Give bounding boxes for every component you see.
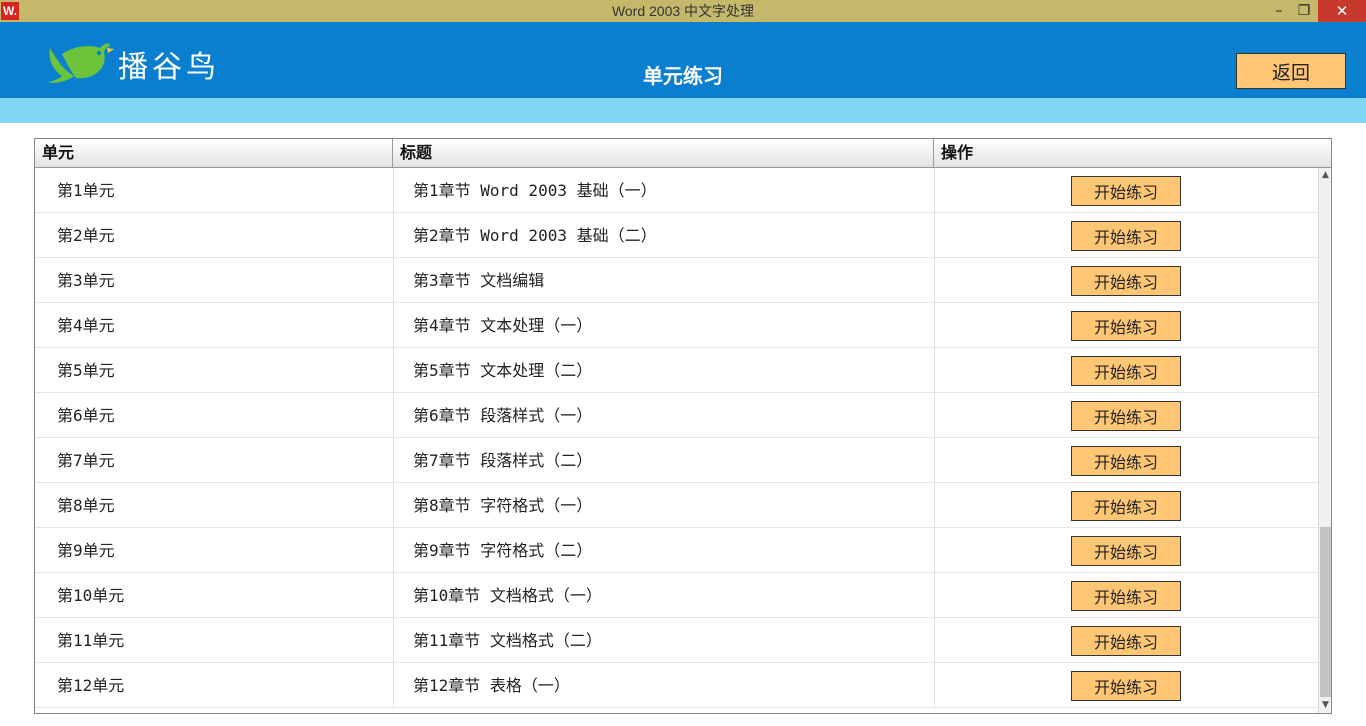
title-cell: 第1章节 Word 2003 基础（一）	[413, 181, 657, 200]
start-practice-button[interactable]: 开始练习	[1071, 671, 1181, 701]
start-practice-button[interactable]: 开始练习	[1071, 356, 1181, 386]
title-cell: 第10章节 文档格式（一）	[413, 586, 602, 605]
back-button[interactable]: 返回	[1236, 53, 1346, 89]
close-button[interactable]: ✕	[1318, 0, 1366, 22]
table-row: 第9单元 第9章节 字符格式（二） 开始练习	[35, 528, 1318, 573]
title-cell: 第5章节 文本处理（二）	[413, 361, 593, 380]
unit-cell: 第9单元	[57, 541, 115, 560]
table-body: 第1单元 第1章节 Word 2003 基础（一） 开始练习 第2单元 第2章节…	[35, 168, 1318, 713]
window-title: Word 2003 中文字处理	[611, 3, 755, 19]
unit-cell: 第11单元	[57, 631, 125, 650]
unit-cell: 第4单元	[57, 316, 115, 335]
table-row: 第1单元 第1章节 Word 2003 基础（一） 开始练习	[35, 168, 1318, 213]
window-title-bar: W. Word 2003 中文字处理 – ❐ ✕	[0, 0, 1366, 22]
table-row: 第5单元 第5章节 文本处理（二） 开始练习	[35, 348, 1318, 393]
unit-cell: 第1单元	[57, 181, 115, 200]
unit-cell: 第3单元	[57, 271, 115, 290]
app-icon: W.	[1, 2, 19, 20]
vertical-scrollbar[interactable]: ▲ ▼	[1318, 168, 1331, 713]
start-practice-button[interactable]: 开始练习	[1071, 581, 1181, 611]
scroll-up-arrow-icon[interactable]: ▲	[1319, 168, 1331, 183]
start-practice-button[interactable]: 开始练习	[1071, 536, 1181, 566]
page-title: 单元练习	[643, 64, 723, 88]
title-cell: 第6章节 段落样式（一）	[413, 406, 593, 425]
unit-cell: 第2单元	[57, 226, 115, 245]
title-cell: 第3章节 文档编辑	[413, 271, 545, 290]
column-header-action[interactable]: 操作	[934, 139, 1331, 167]
table-row: 第7单元 第7章节 段落样式（二） 开始练习	[35, 438, 1318, 483]
unit-table: 单元 标题 操作 第1单元 第1章节 Word 2003 基础（一） 开始练习 …	[34, 138, 1332, 714]
scroll-thumb[interactable]	[1320, 527, 1331, 697]
unit-cell: 第8单元	[57, 496, 115, 515]
title-cell: 第7章节 段落样式（二）	[413, 451, 593, 470]
start-practice-button[interactable]: 开始练习	[1071, 176, 1181, 206]
restore-button[interactable]: ❐	[1292, 0, 1316, 22]
unit-cell: 第12单元	[57, 676, 125, 695]
unit-cell: 第7单元	[57, 451, 115, 470]
start-practice-button[interactable]: 开始练习	[1071, 491, 1181, 521]
table-row: 第4单元 第4章节 文本处理（一） 开始练习	[35, 303, 1318, 348]
title-cell: 第4章节 文本处理（一）	[413, 316, 593, 335]
column-header-unit[interactable]: 单元	[35, 139, 393, 167]
start-practice-button[interactable]: 开始练习	[1071, 626, 1181, 656]
minimize-button[interactable]: –	[1268, 0, 1290, 22]
unit-cell: 第5单元	[57, 361, 115, 380]
title-cell: 第12章节 表格（一）	[413, 676, 570, 695]
unit-cell: 第10单元	[57, 586, 125, 605]
header-sub-bar	[0, 98, 1366, 123]
table-row: 第11单元 第11章节 文档格式（二） 开始练习	[35, 618, 1318, 663]
table-row: 第2单元 第2章节 Word 2003 基础（二） 开始练习	[35, 213, 1318, 258]
table-row: 第8单元 第8章节 字符格式（一） 开始练习	[35, 483, 1318, 528]
table-row: 第12单元 第12章节 表格（一） 开始练习	[35, 663, 1318, 708]
unit-cell: 第6单元	[57, 406, 115, 425]
title-cell: 第2章节 Word 2003 基础（二）	[413, 226, 657, 245]
start-practice-button[interactable]: 开始练习	[1071, 446, 1181, 476]
scroll-down-arrow-icon[interactable]: ▼	[1319, 698, 1331, 713]
app-header: 播谷鸟 单元练习 返回	[0, 22, 1366, 98]
title-cell: 第11章节 文档格式（二）	[413, 631, 602, 650]
start-practice-button[interactable]: 开始练习	[1071, 221, 1181, 251]
start-practice-button[interactable]: 开始练习	[1071, 311, 1181, 341]
start-practice-button[interactable]: 开始练习	[1071, 401, 1181, 431]
column-header-title[interactable]: 标题	[393, 139, 934, 167]
title-cell: 第8章节 字符格式（一）	[413, 496, 593, 515]
start-practice-button[interactable]: 开始练习	[1071, 266, 1181, 296]
logo-text: 播谷鸟	[118, 50, 220, 85]
table-row: 第10单元 第10章节 文档格式（一） 开始练习	[35, 573, 1318, 618]
table-row: 第3单元 第3章节 文档编辑 开始练习	[35, 258, 1318, 303]
table-header: 单元 标题 操作	[35, 139, 1331, 168]
table-row: 第6单元 第6章节 段落样式（一） 开始练习	[35, 393, 1318, 438]
title-cell: 第9章节 字符格式（二）	[413, 541, 593, 560]
